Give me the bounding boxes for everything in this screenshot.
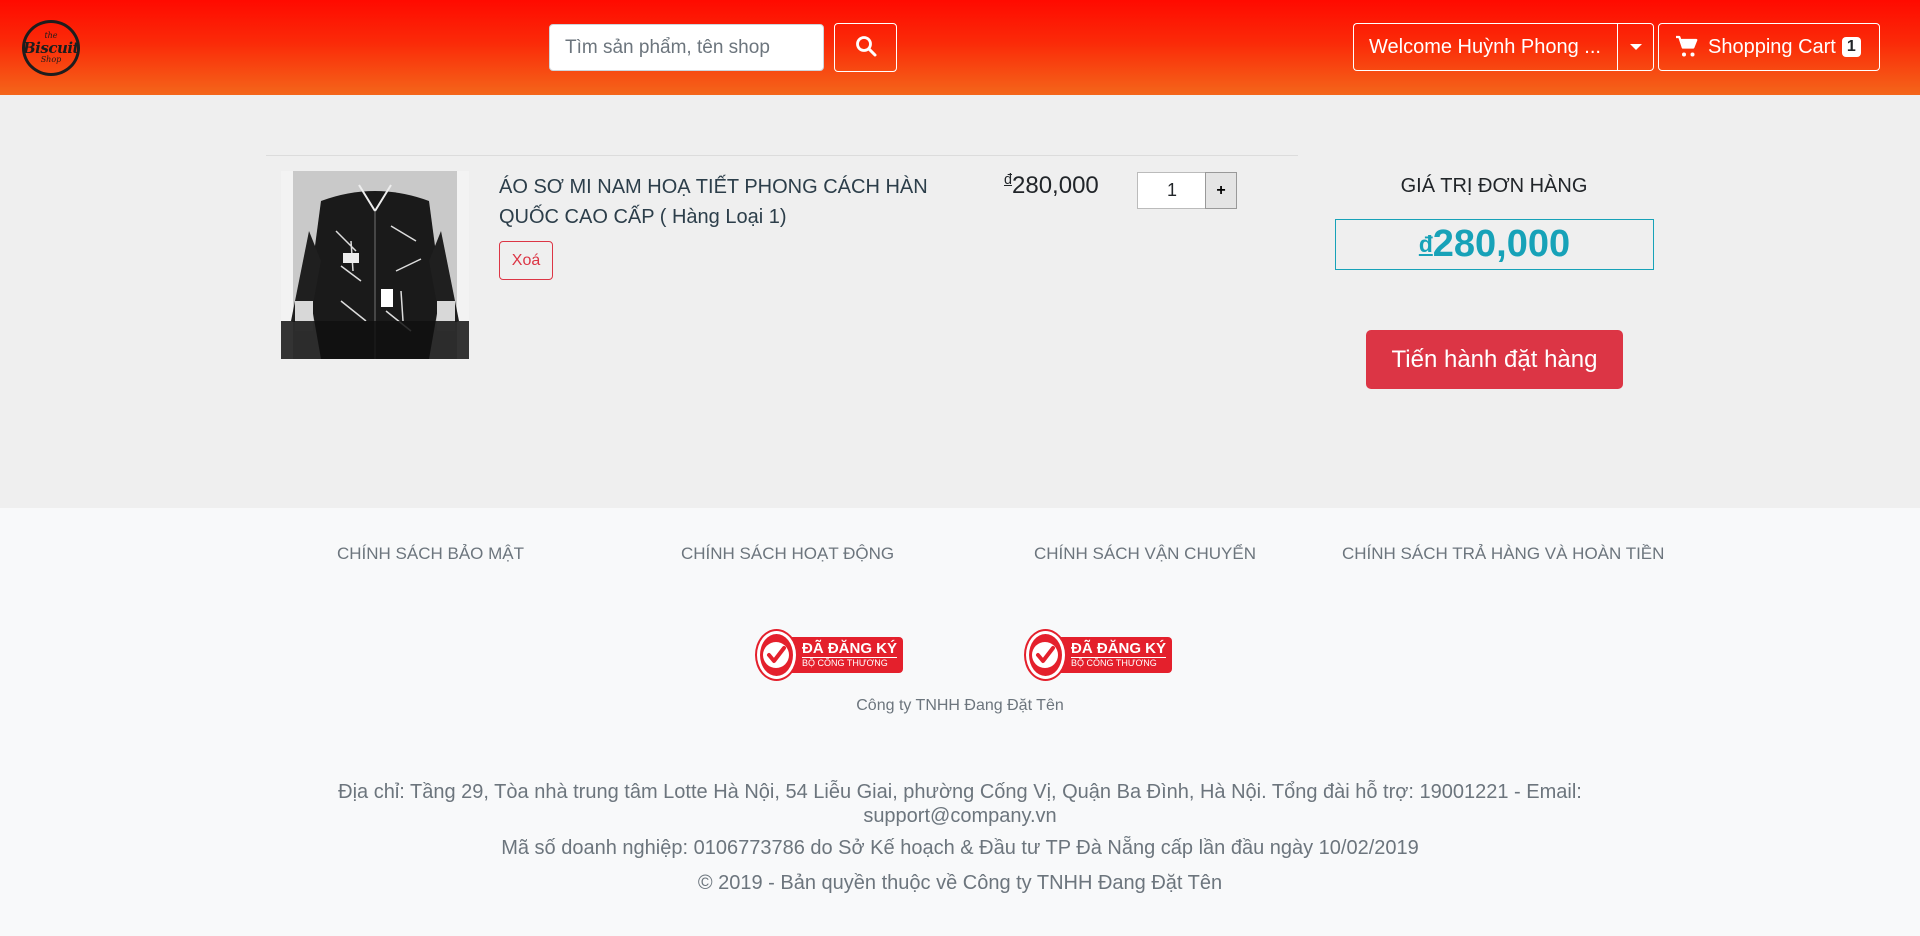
- search-button[interactable]: [834, 23, 897, 72]
- total-currency-symbol: đ: [1418, 231, 1433, 257]
- badge-sub-text: BỘ CÔNG THƯƠNG: [801, 657, 897, 669]
- logo-sub-text: Shop: [40, 55, 62, 64]
- product-image[interactable]: [281, 171, 469, 359]
- quantity-input[interactable]: [1137, 172, 1206, 209]
- order-total-value: 280,000: [1432, 223, 1571, 265]
- search-input[interactable]: [549, 24, 824, 71]
- badge-text: ĐÃ ĐĂNG KÝ BỘ CÔNG THƯƠNG: [1056, 637, 1172, 673]
- company-address: Địa chỉ: Tầng 29, Tòa nhà trung tâm Lott…: [338, 781, 1582, 827]
- cart-label: Shopping Cart: [1708, 35, 1836, 58]
- top-navbar: the Biscuit Shop Welcome Huỳnh Phong ...…: [0, 0, 1920, 95]
- cart-icon: [1674, 35, 1700, 59]
- checkout-button[interactable]: Tiến hành đặt hàng: [1366, 330, 1623, 389]
- return-policy-link[interactable]: CHÍNH SÁCH TRẢ HÀNG VÀ HOÀN TIỀN: [1342, 544, 1664, 564]
- logo-main-text: Biscuit: [23, 39, 80, 57]
- caret-down-icon: [1629, 44, 1642, 50]
- shopping-cart-button[interactable]: Shopping Cart 1: [1658, 23, 1880, 71]
- item-price: đ280,000: [1004, 172, 1099, 200]
- badge-text: ĐÃ ĐĂNG KÝ BỘ CÔNG THƯƠNG: [787, 637, 903, 673]
- item-price-value: 280,000: [1012, 172, 1099, 199]
- logo-icon[interactable]: the Biscuit Shop: [22, 20, 80, 76]
- company-name: Công ty TNHH Đang Đặt Tên: [856, 697, 1064, 714]
- business-registration: Mã số doanh nghiệp: 0106773786 do Sở Kế …: [501, 837, 1419, 859]
- product-title[interactable]: ÁO SƠ MI NAM HOẠ TIẾT PHONG CÁCH HÀN QUỐ…: [499, 172, 969, 232]
- shipping-policy-link[interactable]: CHÍNH SÁCH VẬN CHUYỂN: [1034, 544, 1256, 564]
- copyright: © 2019 - Bản quyền thuộc về Công ty TNHH…: [697, 872, 1223, 894]
- order-total-label: GIÁ TRỊ ĐƠN HÀNG: [1400, 175, 1588, 197]
- footer: CHÍNH SÁCH BẢO MẬT CHÍNH SÁCH HOẠT ĐỘNG …: [0, 508, 1920, 936]
- badge-main-text: ĐÃ ĐĂNG KÝ: [1070, 640, 1166, 657]
- operation-policy-link[interactable]: CHÍNH SÁCH HOẠT ĐỘNG: [681, 544, 894, 564]
- search-icon: [854, 34, 878, 61]
- order-total: đ 280,000: [1335, 219, 1654, 270]
- privacy-policy-link[interactable]: CHÍNH SÁCH BẢO MẬT: [337, 544, 524, 564]
- cart-section: ÁO SƠ MI NAM HOẠ TIẾT PHONG CÁCH HÀN QUỐ…: [0, 95, 1920, 508]
- user-menu-button[interactable]: Welcome Huỳnh Phong ...: [1353, 23, 1617, 71]
- registered-badge[interactable]: ĐÃ ĐĂNG KÝ BỘ CÔNG THƯƠNG: [1026, 631, 1172, 679]
- remove-item-button[interactable]: Xoá: [499, 241, 553, 280]
- quantity-increase-button[interactable]: +: [1205, 172, 1237, 209]
- user-menu-toggle[interactable]: [1617, 23, 1654, 71]
- check-icon: [757, 631, 796, 679]
- cart-divider: [266, 155, 1298, 156]
- badge-sub-text: BỘ CÔNG THƯƠNG: [1070, 657, 1166, 669]
- badge-main-text: ĐÃ ĐĂNG KÝ: [801, 640, 897, 657]
- cart-count-badge: 1: [1841, 37, 1861, 57]
- registered-badge[interactable]: ĐÃ ĐĂNG KÝ BỘ CÔNG THƯƠNG: [757, 631, 903, 679]
- currency-symbol: đ: [1004, 172, 1013, 188]
- check-icon: [1026, 631, 1065, 679]
